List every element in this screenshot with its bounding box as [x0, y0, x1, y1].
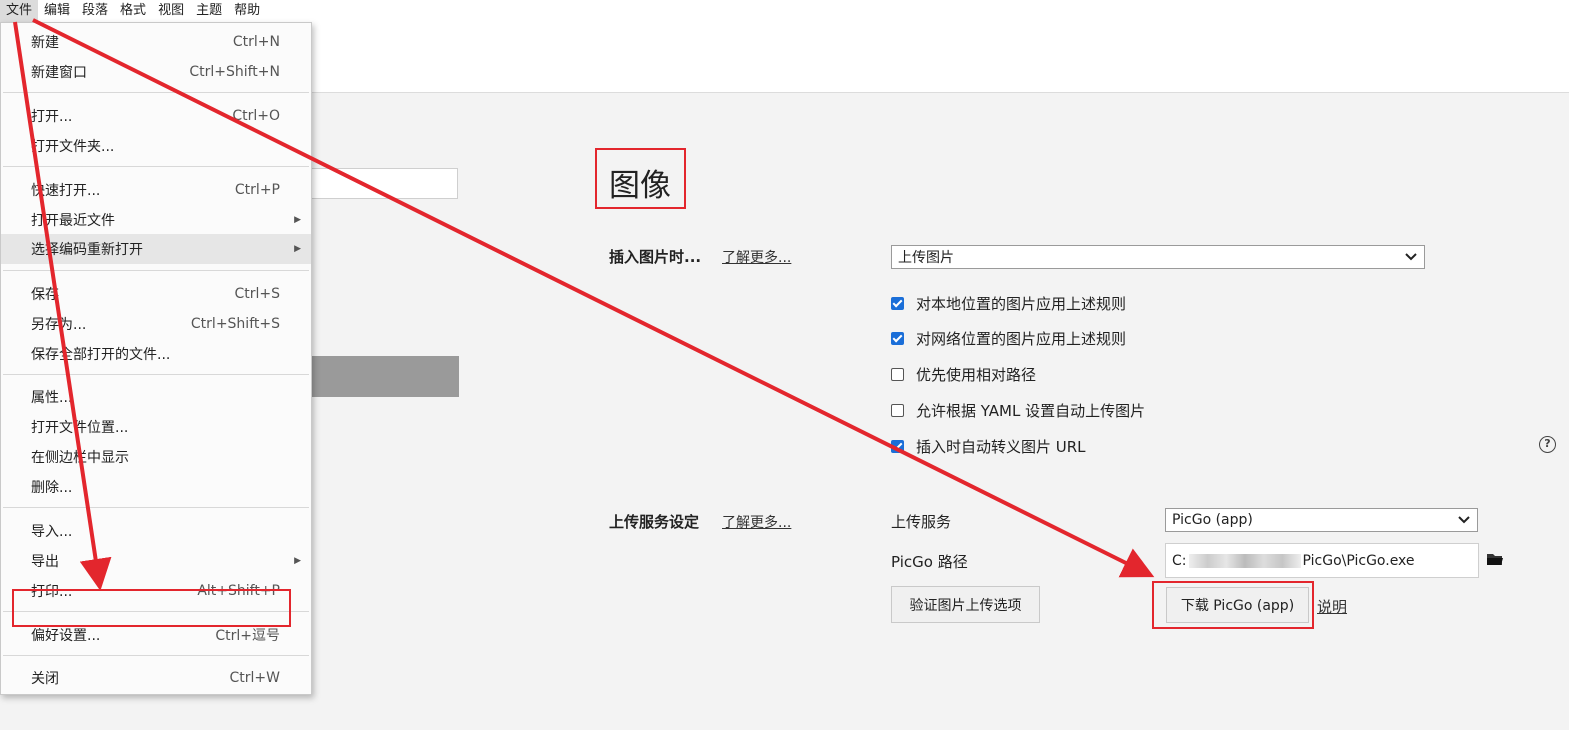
menu-separator	[3, 92, 309, 93]
menu-item-save[interactable]: 保存 Ctrl+S	[1, 279, 311, 309]
option-local-images[interactable]: 对本地位置的图片应用上述规则	[891, 293, 1126, 314]
upload-service-title: 上传服务设定	[609, 513, 700, 531]
menu-item-label: 关闭	[31, 671, 59, 687]
menu-edit[interactable]: 编辑	[38, 0, 76, 22]
menu-separator	[3, 270, 309, 271]
menu-item-label: 打开...	[31, 109, 73, 125]
menu-item-label: 保存全部打开的文件...	[31, 347, 171, 363]
option-label: 优先使用相对路径	[916, 366, 1037, 384]
checkbox-unchecked[interactable]	[891, 404, 904, 417]
menu-item-shortcut: Ctrl+W	[229, 670, 280, 686]
menu-item-show-in-sidebar[interactable]: 在侧边栏中显示	[1, 442, 311, 472]
menu-item-open-folder[interactable]: 打开文件夹...	[1, 131, 311, 161]
menu-item-save-all[interactable]: 保存全部打开的文件...	[1, 339, 311, 369]
checkbox-checked[interactable]	[891, 440, 904, 453]
chevron-down-icon	[1405, 253, 1417, 261]
menu-theme[interactable]: 主题	[190, 0, 228, 22]
menu-item-label: 保存	[31, 287, 59, 303]
checkbox-checked[interactable]	[891, 332, 904, 345]
explain-link[interactable]: 说明	[1317, 596, 1347, 617]
menu-item-save-as[interactable]: 另存为... Ctrl+Shift+S	[1, 309, 311, 339]
option-label: 对本地位置的图片应用上述规则	[916, 295, 1127, 313]
menu-item-quick-open[interactable]: 快速打开... Ctrl+P	[1, 175, 311, 205]
menu-help[interactable]: 帮助	[228, 0, 266, 22]
submenu-arrow-icon: ▶	[294, 556, 301, 566]
menu-item-shortcut: Ctrl+O	[232, 108, 280, 124]
menu-item-delete[interactable]: 删除...	[1, 472, 311, 502]
menu-separator	[3, 655, 309, 656]
menu-item-open-location[interactable]: 打开文件位置...	[1, 412, 311, 442]
menu-item-label: 打开文件夹...	[31, 139, 115, 155]
menu-item-new[interactable]: 新建 Ctrl+N	[1, 27, 311, 57]
upload-service-value: PicGo (app)	[1172, 512, 1253, 528]
menu-item-properties[interactable]: 属性...	[1, 382, 311, 412]
menu-item-label: 偏好设置...	[31, 628, 101, 644]
menu-separator	[3, 374, 309, 375]
menu-item-label: 导出	[31, 554, 59, 570]
menu-separator	[3, 166, 309, 167]
menu-item-label: 在侧边栏中显示	[31, 450, 129, 466]
menu-item-label: 新建	[31, 35, 59, 51]
menu-item-new-window[interactable]: 新建窗口 Ctrl+Shift+N	[1, 57, 311, 87]
highlight-box-download	[1152, 581, 1314, 629]
option-escape-url[interactable]: 插入时自动转义图片 URL	[891, 436, 1086, 457]
menu-item-label: 导入...	[31, 524, 73, 540]
menu-item-label: 新建窗口	[31, 65, 87, 81]
menu-file[interactable]: 文件	[0, 0, 39, 22]
menu-item-shortcut: Ctrl+N	[232, 34, 280, 50]
menu-paragraph[interactable]: 段落	[76, 0, 114, 22]
menu-item-open-recent[interactable]: 打开最近文件 ▶	[1, 205, 311, 235]
menubar: 文件 编辑 段落 格式 视图 主题 帮助	[0, 0, 266, 22]
chevron-down-icon	[1458, 516, 1470, 524]
menu-item-shortcut: Ctrl+逗号	[215, 628, 280, 644]
learn-more-link-insert[interactable]: 了解更多...	[722, 247, 791, 267]
help-icon[interactable]: ?	[1539, 436, 1556, 453]
menu-item-label: 快速打开...	[31, 183, 101, 199]
picgo-path-input[interactable]: C: PicGo\PicGo.exe	[1165, 543, 1479, 578]
menu-item-shortcut: Ctrl+Shift+N	[189, 64, 280, 80]
menu-item-export[interactable]: 导出 ▶	[1, 546, 311, 576]
option-label: 插入时自动转义图片 URL	[916, 438, 1086, 456]
page-title: 图像	[609, 168, 671, 204]
folder-icon[interactable]	[1487, 553, 1503, 566]
menu-item-reopen-encoding[interactable]: 选择编码重新打开 ▶	[1, 234, 311, 264]
menu-item-import[interactable]: 导入...	[1, 516, 311, 546]
path-suffix: PicGo\PicGo.exe	[1302, 552, 1415, 569]
option-label: 对网络位置的图片应用上述规则	[916, 330, 1127, 348]
menu-item-label: 另存为...	[31, 317, 87, 333]
menu-item-shortcut: Ctrl+Shift+S	[190, 316, 280, 332]
menu-format[interactable]: 格式	[114, 0, 152, 22]
checkbox-unchecked[interactable]	[891, 368, 904, 381]
submenu-arrow-icon: ▶	[294, 215, 301, 225]
menu-item-close[interactable]: 关闭 Ctrl+W	[1, 663, 311, 693]
insert-image-select-value: 上传图片	[898, 250, 954, 266]
menu-item-label: 打开最近文件	[31, 213, 115, 229]
menu-item-shortcut: Ctrl+S	[234, 286, 280, 302]
option-label: 允许根据 YAML 设置自动上传图片	[916, 402, 1146, 420]
picgo-path-label: PicGo 路径	[891, 553, 968, 571]
path-prefix: C:	[1172, 552, 1187, 569]
menu-item-open[interactable]: 打开... Ctrl+O	[1, 101, 311, 131]
verify-upload-button[interactable]: 验证图片上传选项	[891, 586, 1040, 623]
checkbox-checked[interactable]	[891, 297, 904, 310]
menu-separator	[3, 507, 309, 508]
option-network-images[interactable]: 对网络位置的图片应用上述规则	[891, 328, 1126, 349]
upload-service-label: 上传服务	[891, 513, 952, 531]
menu-item-shortcut: Ctrl+P	[234, 182, 280, 198]
menu-view[interactable]: 视图	[152, 0, 190, 22]
option-yaml-upload[interactable]: 允许根据 YAML 设置自动上传图片	[891, 400, 1145, 421]
menu-item-label: 删除...	[31, 480, 73, 496]
insert-image-select[interactable]: 上传图片	[891, 245, 1425, 269]
learn-more-link-upload[interactable]: 了解更多...	[722, 512, 791, 532]
insert-image-label: 插入图片时...	[609, 248, 702, 266]
menu-item-label: 打开文件位置...	[31, 420, 129, 436]
highlight-box-preferences	[12, 589, 291, 627]
option-relative-path[interactable]: 优先使用相对路径	[891, 364, 1036, 385]
menu-item-label: 属性...	[31, 390, 73, 406]
menu-item-label: 选择编码重新打开	[31, 242, 143, 258]
redacted-path	[1188, 553, 1301, 568]
submenu-arrow-icon: ▶	[294, 244, 301, 254]
upload-service-select[interactable]: PicGo (app)	[1165, 508, 1478, 532]
